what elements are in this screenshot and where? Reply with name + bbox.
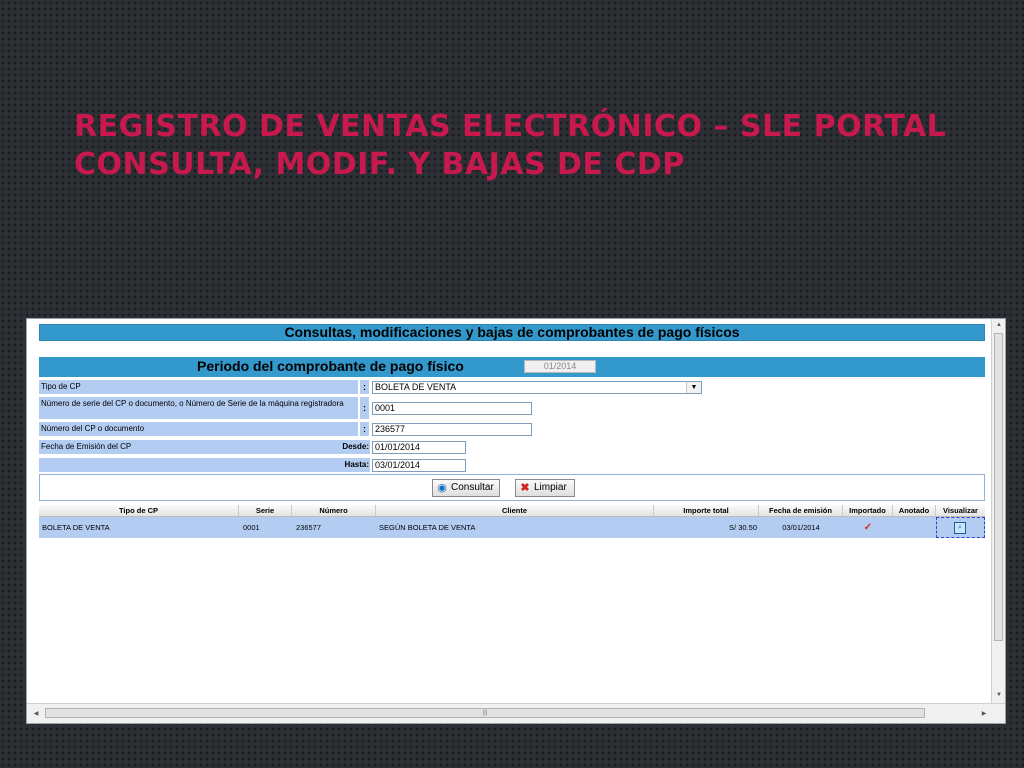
scroll-up-icon[interactable]: ▲ [992, 319, 1005, 331]
tipo-cp-colon: : [360, 380, 369, 394]
col-header-importe[interactable]: Importe total [654, 505, 759, 516]
cell-visualizar[interactable]: ⌕ [936, 517, 985, 538]
numero-colon: : [360, 422, 369, 436]
form-header-title: Consultas, modificaciones y bajas de com… [39, 324, 985, 341]
serie-input[interactable]: 0001 [372, 402, 532, 415]
col-header-importado[interactable]: Importado [843, 505, 893, 516]
cell-importe: S/ 30.50 [729, 523, 757, 532]
slide-title-line1: REGISTRO DE VENTAS ELECTRÓNICO – SLE POR… [74, 109, 947, 144]
numero-input[interactable]: 236577 [372, 423, 532, 436]
col-header-cliente[interactable]: Cliente [376, 505, 654, 516]
cell-numero: 236577 [296, 523, 322, 532]
table-row[interactable]: BOLETA DE VENTA 0001 236577 SEGÚN BOLETA… [39, 517, 985, 538]
col-header-serie[interactable]: Serie [239, 505, 292, 516]
magnifier-icon[interactable]: ⌕ [954, 522, 966, 534]
table-header: Tipo de CP Serie Número Cliente Importe … [39, 505, 985, 517]
cell-tipo: BOLETA DE VENTA [42, 523, 110, 532]
serie-label: Número de serie del CP o documento, o Nú… [39, 397, 358, 419]
numero-label: Número del CP o documento [39, 422, 358, 436]
hasta-input[interactable]: 03/01/2014 [372, 459, 466, 472]
cell-anotado [893, 517, 936, 538]
tipo-cp-select[interactable]: BOLETA DE VENTA ▼ [372, 381, 702, 394]
vertical-scrollbar[interactable]: ▲ ▼ [991, 319, 1005, 703]
chevron-down-icon[interactable]: ▼ [686, 382, 701, 393]
play-circle-icon: ◉ [437, 482, 447, 494]
scroll-down-icon[interactable]: ▼ [992, 689, 1005, 701]
browser-screenshot: Consultas, modificaciones y bajas de com… [26, 318, 1006, 724]
cell-cliente: SEGÚN BOLETA DE VENTA [379, 523, 476, 532]
serie-colon: : [360, 397, 369, 419]
consultar-label: Consultar [451, 482, 494, 493]
col-header-visualizar[interactable]: Visualizar [936, 505, 985, 516]
page-content: Consultas, modificaciones y bajas de com… [27, 319, 991, 703]
fecha-label-spacer [39, 458, 346, 472]
tipo-cp-label: Tipo de CP [39, 380, 358, 394]
results-table: Tipo de CP Serie Número Cliente Importe … [39, 505, 985, 538]
horizontal-scrollbar[interactable]: ◀ ||| ▶ [27, 703, 1005, 723]
col-header-anotado[interactable]: Anotado [893, 505, 936, 516]
slide-title-line2: CONSULTA, MODIF. Y BAJAS DE CDP [74, 147, 685, 182]
tipo-cp-value: BOLETA DE VENTA [375, 382, 457, 392]
cell-serie: 0001 [243, 523, 260, 532]
consultar-button[interactable]: ◉ Consultar [432, 479, 500, 497]
checkmark-icon: ✓ [863, 522, 873, 533]
cell-fecha: 03/01/2014 [782, 523, 820, 532]
period-bar: Periodo del comprobante de pago físico 0… [39, 357, 985, 377]
slide-title: REGISTRO DE VENTAS ELECTRÓNICO – SLE POR… [74, 108, 974, 184]
vertical-scroll-thumb[interactable] [994, 333, 1003, 641]
button-row: ◉ Consultar ✖ Limpiar [39, 474, 985, 501]
limpiar-label: Limpiar [534, 482, 567, 493]
desde-label: Desde: [337, 440, 370, 454]
cell-importado: ✓ [843, 517, 893, 538]
scroll-left-icon[interactable]: ◀ [29, 708, 43, 720]
limpiar-button[interactable]: ✖ Limpiar [515, 479, 575, 497]
horizontal-scroll-thumb[interactable]: ||| [45, 708, 925, 718]
col-header-fecha[interactable]: Fecha de emisión [759, 505, 843, 516]
fecha-label: Fecha de Emisión del CP [39, 440, 346, 454]
col-header-numero[interactable]: Número [292, 505, 376, 516]
period-label: Periodo del comprobante de pago físico [197, 358, 464, 374]
desde-input[interactable]: 01/01/2014 [372, 441, 466, 454]
col-header-tipo[interactable]: Tipo de CP [39, 505, 239, 516]
scroll-right-icon[interactable]: ▶ [977, 708, 991, 720]
red-x-icon: ✖ [520, 482, 530, 494]
hasta-label: Hasta: [337, 458, 370, 472]
period-field: 01/2014 [524, 360, 596, 373]
